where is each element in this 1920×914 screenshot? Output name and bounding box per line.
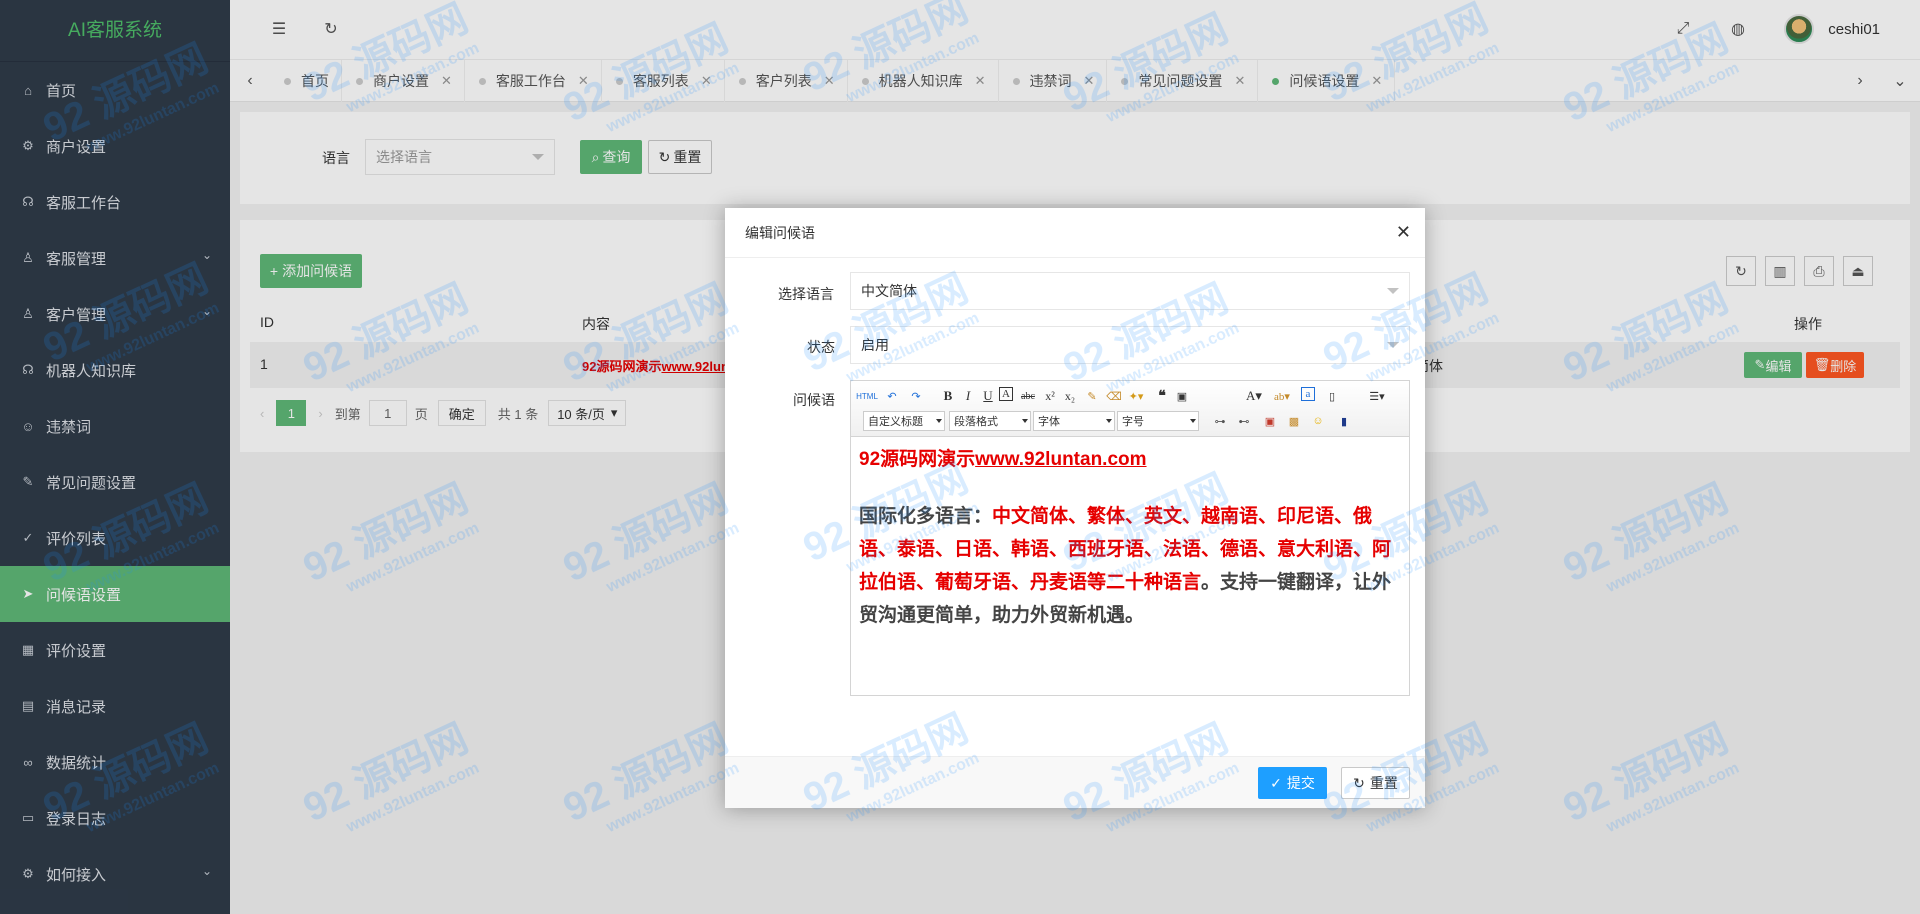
editor-toolbar: HTML ↶ ↷ B I U A abc x² x₂ ✎ ⌫ ✦▾ ❝ ▣ A▾… — [851, 381, 1409, 437]
close-icon[interactable]: ✕ — [1396, 222, 1411, 243]
status-value: 启用 — [861, 337, 889, 353]
edit-greeting-dialog: 编辑问候语 ✕ 选择语言 中文简体 状态 启用 问候语 HTML ↶ ↷ B I… — [725, 208, 1425, 808]
submit-label: 提交 — [1286, 775, 1315, 791]
caret-down-icon — [1106, 419, 1112, 423]
submit-button[interactable]: ✓ 提交 — [1258, 767, 1327, 799]
editor-paragraph: 国际化多语言：中文简体、繁体、英文、越南语、印尼语、俄语、泰语、日语、韩语、西班… — [859, 500, 1401, 632]
highlight-color-icon[interactable]: ab▾ — [1273, 387, 1291, 405]
caret-down-icon — [1022, 419, 1028, 423]
multi-image-icon[interactable]: ▩ — [1285, 412, 1303, 430]
custom-heading-combo[interactable]: 自定义标题 — [863, 411, 945, 431]
caret-down-icon — [1190, 419, 1196, 423]
clear-doc-icon[interactable]: ▯ — [1323, 387, 1341, 405]
font-family-combo[interactable]: 字体 — [1033, 411, 1115, 431]
eraser-icon[interactable]: ✎ — [1083, 387, 1101, 405]
chevron-down-icon — [1387, 342, 1399, 348]
link-icon[interactable]: ⊶ — [1211, 412, 1229, 430]
auto-format-icon[interactable]: ✦▾ — [1127, 387, 1145, 405]
select-language-label: 选择语言 — [778, 286, 834, 302]
combo-label: 段落格式 — [954, 416, 998, 428]
image-icon[interactable]: ▣ — [1261, 412, 1279, 430]
unlink-icon[interactable]: ⊷ — [1235, 412, 1253, 430]
dialog-header: 编辑问候语 ✕ — [725, 208, 1425, 258]
paragraph-format-combo[interactable]: 段落格式 — [949, 411, 1031, 431]
greeting-label: 问候语 — [793, 392, 835, 408]
editor-lead: 国际化多语言： — [859, 506, 993, 527]
underline-icon[interactable]: U — [979, 387, 997, 405]
select-all-icon[interactable]: a — [1301, 387, 1315, 401]
combo-label: 字体 — [1038, 416, 1060, 428]
html-source-icon[interactable]: HTML — [855, 387, 879, 405]
caret-down-icon — [936, 419, 942, 423]
combo-label: 自定义标题 — [868, 416, 923, 428]
status-label: 状态 — [807, 339, 835, 355]
language-dropdown[interactable]: 中文简体 — [850, 272, 1410, 310]
language-value: 中文简体 — [861, 283, 917, 299]
dialog-footer: ✓ 提交 ↻ 重置 — [725, 756, 1425, 808]
bold-icon[interactable]: B — [939, 387, 957, 405]
dialog-reset-button[interactable]: ↻ 重置 — [1341, 767, 1410, 799]
format-brush-icon[interactable]: ⌫ — [1105, 387, 1123, 405]
dialog-title: 编辑问候语 — [745, 224, 815, 241]
strikethrough-icon[interactable]: abc — [1019, 387, 1037, 405]
font-size-combo[interactable]: 字号 — [1117, 411, 1199, 431]
emoji-icon[interactable]: ☺ — [1309, 412, 1327, 430]
editor-content[interactable]: 92源码网演示www.92luntan.com 国际化多语言：中文简体、繁体、英… — [851, 437, 1409, 638]
line-height-icon[interactable]: ☰▾ — [1363, 387, 1391, 405]
editor-blank-line — [859, 476, 1401, 500]
subscript-icon[interactable]: x₂ — [1061, 387, 1079, 405]
font-border-icon[interactable]: A — [999, 387, 1013, 401]
italic-icon[interactable]: I — [959, 387, 977, 405]
editor-line-1-text: 92源码网演示 — [859, 449, 976, 470]
blockquote-icon[interactable]: ❝ — [1153, 387, 1171, 405]
editor-link[interactable]: www.92luntan.com — [975, 449, 1146, 470]
rich-text-editor: HTML ↶ ↷ B I U A abc x² x₂ ✎ ⌫ ✦▾ ❝ ▣ A▾… — [850, 380, 1410, 696]
video-icon[interactable]: ▮ — [1335, 412, 1353, 430]
check-icon: ✓ — [1270, 774, 1282, 791]
dialog-reset-label: 重置 — [1369, 775, 1398, 791]
combo-label: 字号 — [1122, 416, 1144, 428]
chevron-down-icon — [1387, 288, 1399, 294]
superscript-icon[interactable]: x² — [1041, 387, 1059, 405]
editor-line-1: 92源码网演示www.92luntan.com — [859, 443, 1401, 476]
undo-icon[interactable]: ↶ — [883, 387, 901, 405]
paste-text-icon[interactable]: ▣ — [1173, 387, 1191, 405]
font-color-icon[interactable]: A▾ — [1245, 387, 1263, 405]
reset-icon: ↻ — [1353, 774, 1365, 791]
status-dropdown[interactable]: 启用 — [850, 326, 1410, 364]
redo-icon[interactable]: ↷ — [907, 387, 925, 405]
